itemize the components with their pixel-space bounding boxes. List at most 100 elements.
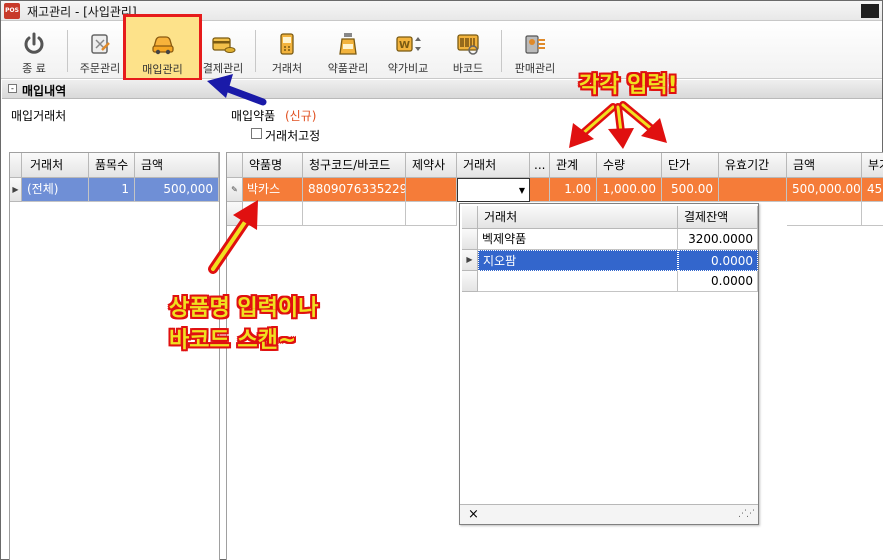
drug-mgmt-label: 약품관리: [327, 62, 369, 75]
window-control[interactable]: [861, 4, 879, 18]
sales-mgmt-button[interactable]: 판매관리: [507, 24, 563, 76]
dropdown-footer: × ⋰⋰: [460, 504, 758, 524]
cell-supplier[interactable]: (전체): [22, 178, 89, 202]
dropdown-row-name-selected[interactable]: 지오팜: [478, 250, 678, 271]
col-header-supplier[interactable]: 거래처: [22, 153, 89, 178]
fix-supplier-label: 거래처고정: [265, 129, 321, 143]
supplier-select[interactable]: ▼: [457, 178, 530, 202]
col-header-code[interactable]: 청구코드/바코드: [303, 153, 406, 178]
cell-amount[interactable]: 500,000: [135, 178, 219, 202]
order-icon: [91, 34, 110, 54]
cell-vat[interactable]: 45: [862, 178, 883, 202]
col-header-amount[interactable]: 금액: [787, 153, 862, 178]
cell-maker[interactable]: [406, 178, 457, 202]
dropdown-row-indicator[interactable]: ▶: [462, 250, 478, 271]
toolbar-separator: [501, 30, 502, 72]
col-header-expiry[interactable]: 유효기간: [719, 153, 787, 178]
price-compare-label: 약가비교: [387, 62, 429, 75]
dropdown-header-balance[interactable]: 결제잔액: [678, 206, 758, 229]
dropdown-row-name[interactable]: [478, 271, 678, 292]
row-selector-icon[interactable]: ▶: [10, 178, 22, 202]
cell-unit-price[interactable]: 500.00: [662, 178, 719, 202]
sales-icon: [525, 35, 545, 54]
toolbar-separator: [67, 30, 68, 72]
drug-bottle-icon: [339, 33, 357, 55]
chevron-down-icon[interactable]: ▼: [519, 179, 525, 201]
sales-mgmt-label: 판매관리: [514, 62, 556, 75]
dropdown-header-corner: [462, 206, 478, 229]
col-header-unit-price[interactable]: 단가: [662, 153, 719, 178]
drug-mgmt-button[interactable]: 약품관리: [319, 24, 377, 76]
col-header-drug-name[interactable]: 약품명: [243, 153, 303, 178]
new-row-cell[interactable]: [406, 202, 457, 226]
dropdown-row-name[interactable]: 벡제약품: [478, 229, 678, 250]
exit-button[interactable]: 종 료: [9, 24, 59, 76]
barcode-icon: [457, 34, 479, 55]
col-header-vat[interactable]: 부가: [862, 153, 883, 178]
annotation-line2: 바코드 스캔~: [169, 328, 297, 353]
dropdown-row-balance[interactable]: 0.0000: [678, 271, 758, 292]
barcode-button[interactable]: 바코드: [443, 24, 493, 76]
exit-label: 종 료: [22, 62, 46, 75]
dropdown-row-indicator[interactable]: [462, 229, 478, 250]
payment-mgmt-button[interactable]: 결제관리: [199, 24, 247, 76]
arrow-to-relation: [569, 103, 617, 148]
row-header-corner: [227, 153, 243, 178]
cell-count[interactable]: 1: [89, 178, 135, 202]
collapse-icon[interactable]: -: [8, 84, 17, 93]
annotation-each-input: 각각 입력!: [579, 73, 678, 98]
col-header-count[interactable]: 품목수: [89, 153, 135, 178]
purchase-section-header[interactable]: - 매입내역: [2, 80, 882, 99]
section-title: 매입내역: [22, 84, 67, 98]
row-edit-icon[interactable]: ✎: [227, 178, 243, 202]
dropdown-row-indicator[interactable]: [462, 271, 478, 292]
arrow-to-qty: [608, 103, 634, 149]
dropdown-row-balance-selected[interactable]: 0.0000: [678, 250, 758, 271]
new-row-cell[interactable]: [303, 202, 406, 226]
col-header-relation[interactable]: 관계: [550, 153, 597, 178]
purchase-supplier-label: 매입거래처: [11, 109, 67, 123]
new-row-cell[interactable]: [862, 202, 883, 226]
price-compare-button[interactable]: W 약가비교: [381, 24, 435, 76]
col-header-qty[interactable]: 수량: [597, 153, 662, 178]
col-header-supplier[interactable]: 거래처: [457, 153, 530, 178]
cell-amount[interactable]: 500,000.00: [787, 178, 862, 202]
new-row-cell[interactable]: [243, 202, 303, 226]
col-header-amount[interactable]: 금액: [135, 153, 219, 178]
supplier-label: 거래처: [271, 62, 303, 75]
payment-card-icon: [212, 37, 236, 53]
order-mgmt-label: 주문관리: [79, 62, 121, 75]
price-compare-icon: W: [396, 36, 421, 52]
svg-text:W: W: [399, 40, 410, 51]
col-header-maker[interactable]: 제약사: [406, 153, 457, 178]
toolbar: 종 료 주문관리 매입관리 결제관리 거래처 약품관리 W 약가비교 바코드 판…: [1, 14, 882, 81]
app-window: POS 재고관리 - [사입관리] 종 료 주문관리 매입관리 결제관리 거래처…: [0, 0, 883, 560]
new-row-cell[interactable]: [787, 202, 862, 226]
annotation-line1: 상품명 입력이나: [169, 296, 319, 321]
cell-qty[interactable]: 1,000.00: [597, 178, 662, 202]
purchase-car-icon: [151, 36, 174, 55]
row-header-corner: [10, 153, 22, 178]
supplier-phone-icon: [280, 33, 294, 55]
pos-app-icon: POS: [4, 3, 20, 19]
payment-mgmt-label: 결제관리: [202, 62, 244, 75]
power-icon: [24, 32, 44, 54]
new-row-indicator[interactable]: [227, 202, 243, 226]
cell-expiry[interactable]: [719, 178, 787, 202]
toolbar-separator: [255, 30, 256, 72]
col-header-more[interactable]: ...: [530, 153, 550, 178]
cell-relation[interactable]: 1.00: [550, 178, 597, 202]
barcode-label: 바코드: [452, 62, 484, 75]
supplier-button[interactable]: 거래처: [263, 24, 311, 76]
cell-more[interactable]: [530, 178, 550, 202]
cell-drug-name[interactable]: 박카스: [243, 178, 303, 202]
supplier-dropdown-list[interactable]: 거래처 결제잔액 벡제약품 3200.0000 ▶ 지오팜 0.0000 0.0…: [459, 203, 759, 525]
purchase-mgmt-button[interactable]: 매입관리: [123, 14, 202, 81]
dropdown-row-balance[interactable]: 3200.0000: [678, 229, 758, 250]
close-icon[interactable]: ×: [468, 507, 479, 522]
order-mgmt-button[interactable]: 주문관리: [73, 24, 127, 76]
cell-code[interactable]: 8809076335229: [303, 178, 406, 202]
resize-grip-icon[interactable]: ⋰⋰: [738, 509, 755, 519]
fix-supplier-checkbox[interactable]: [251, 128, 262, 139]
dropdown-header-supplier[interactable]: 거래처: [478, 206, 678, 229]
